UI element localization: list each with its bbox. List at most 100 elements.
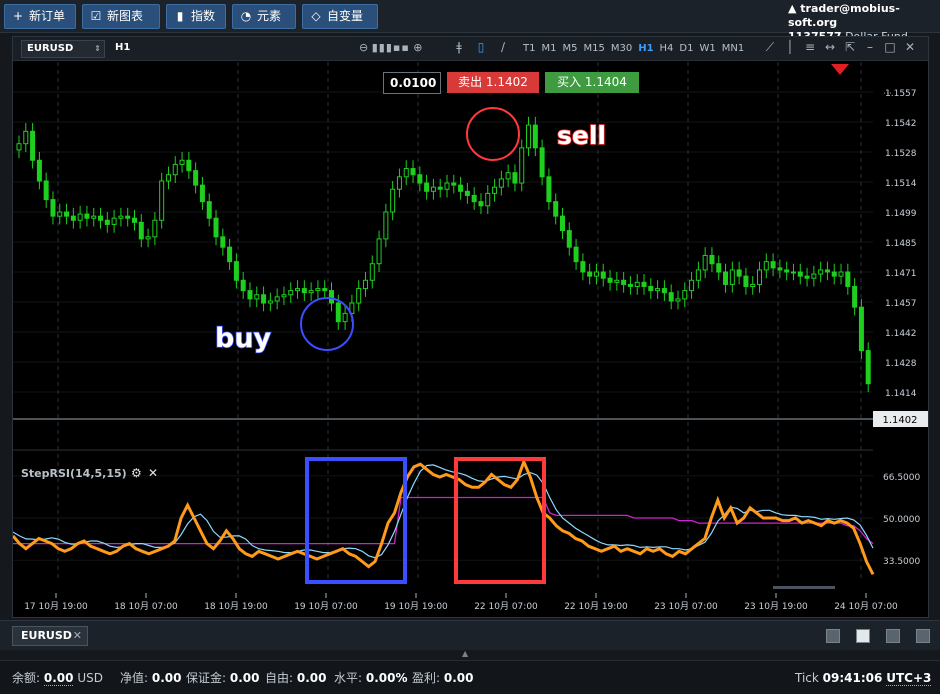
candle bbox=[430, 186, 436, 192]
candle bbox=[335, 302, 341, 323]
status-bar: 余额: 0.00 USD 净值: 0.00 保证金: 0.00 自由: 0.00… bbox=[0, 660, 940, 694]
candle bbox=[254, 294, 260, 300]
layout-columns-icon[interactable] bbox=[885, 629, 900, 643]
minimize-icon[interactable]: – bbox=[860, 40, 880, 54]
price-tick: 1.1514 bbox=[885, 179, 917, 189]
timeframe-m15[interactable]: M15 bbox=[583, 43, 604, 54]
candle bbox=[498, 178, 504, 188]
timeframe-t1[interactable]: T1 bbox=[523, 43, 535, 54]
candle bbox=[723, 271, 729, 285]
chart-canvas[interactable]: 1.15571.15421.15281.15141.14991.14851.14… bbox=[13, 62, 928, 618]
timeframe-bar: T1 M1 M5 M15 M30 H1 H4 D1 W1 MN1 bbox=[523, 43, 750, 54]
vertical-line-icon[interactable]: │ bbox=[780, 40, 800, 54]
variables-button[interactable]: ◇ 自变量 bbox=[302, 4, 378, 29]
candle bbox=[709, 254, 715, 265]
candle-type-icon[interactable]: ▯ bbox=[470, 40, 492, 54]
bar-type-icon[interactable]: ǂ bbox=[448, 40, 470, 54]
zoom-in-icon[interactable]: ⊕ bbox=[413, 41, 422, 54]
timeframe-d1[interactable]: D1 bbox=[679, 43, 693, 54]
balance: 余额: 0.00 USD bbox=[12, 671, 103, 686]
candle bbox=[641, 281, 647, 287]
candle bbox=[458, 184, 464, 192]
candle bbox=[553, 201, 559, 217]
symbol-select-value: EURUSD bbox=[27, 43, 74, 54]
timeframe-h4[interactable]: H4 bbox=[660, 43, 674, 54]
layout-grid-icon[interactable] bbox=[855, 629, 870, 643]
candle bbox=[858, 306, 864, 352]
timeframe-m5[interactable]: M5 bbox=[562, 43, 577, 54]
indicator-close-icon[interactable]: ✕ bbox=[148, 466, 158, 480]
close-icon[interactable]: ✕ bbox=[900, 40, 920, 54]
candle bbox=[559, 215, 565, 232]
candle bbox=[464, 190, 470, 196]
timeframe-m1[interactable]: M1 bbox=[541, 43, 556, 54]
time-label: 24 10月 07:00 bbox=[834, 601, 898, 612]
new-chart-label: 新图表 bbox=[107, 9, 144, 23]
layout-single-icon[interactable] bbox=[825, 629, 840, 643]
chart-grid bbox=[13, 62, 873, 582]
variables-label: 自变量 bbox=[327, 9, 364, 23]
line-type-icon[interactable]: ∕ bbox=[492, 40, 514, 54]
time-axis: 17 10月 19:00 18 10月 07:00 18 10月 19:00 19 1… bbox=[24, 593, 898, 612]
candle bbox=[50, 199, 56, 217]
candle bbox=[600, 271, 606, 279]
candle bbox=[369, 263, 375, 281]
candle bbox=[267, 300, 273, 304]
timeframe-m30[interactable]: M30 bbox=[611, 43, 632, 54]
candle bbox=[580, 261, 586, 273]
tab-close-icon[interactable]: ✕ bbox=[73, 627, 82, 645]
horizontal-lines-icon[interactable]: ≡ bbox=[800, 40, 820, 54]
price-tick: 1.1428 bbox=[885, 359, 917, 369]
new-order-button[interactable]: + 新订单 bbox=[4, 4, 76, 29]
collapse-arrow-icon[interactable]: ▲ bbox=[462, 649, 468, 658]
candle bbox=[84, 213, 90, 219]
candle bbox=[546, 176, 552, 203]
new-chart-button[interactable]: ☑ 新图表 bbox=[82, 4, 160, 29]
chart-window-icon: ☑ bbox=[90, 9, 102, 23]
candle bbox=[16, 143, 22, 151]
price-tick: 1.1442 bbox=[885, 329, 917, 339]
price-tick: 1.1499 bbox=[885, 209, 917, 219]
candle bbox=[634, 281, 640, 287]
price-axis: 1.15571.15421.15281.15141.14991.14851.14… bbox=[885, 89, 917, 399]
candle bbox=[695, 269, 701, 281]
chart-scrollbar[interactable] bbox=[773, 586, 835, 589]
buy-button[interactable]: 买入 1.1404 bbox=[545, 72, 639, 93]
symbol-select[interactable]: EURUSD ⇕ bbox=[21, 40, 105, 58]
candle bbox=[838, 271, 844, 277]
lot-size-input[interactable]: 0.0100 bbox=[383, 72, 441, 94]
detach-icon[interactable]: ⇱ bbox=[840, 40, 860, 54]
candle bbox=[104, 219, 110, 225]
candle bbox=[587, 271, 593, 277]
timeframe-mn1[interactable]: MN1 bbox=[722, 43, 744, 54]
zoom-out-icon[interactable]: ⊖ bbox=[359, 41, 368, 54]
candle bbox=[648, 285, 654, 292]
maximize-icon[interactable]: □ bbox=[880, 40, 900, 54]
zoom-control[interactable]: ⊖ ▮▮▮▪▪ ⊕ bbox=[359, 41, 423, 54]
timezone-select[interactable]: UTC+3 bbox=[886, 671, 932, 686]
candle bbox=[845, 271, 851, 287]
candle bbox=[315, 288, 321, 292]
candle bbox=[593, 271, 599, 277]
indicator-settings-icon[interactable]: ⚙ bbox=[131, 466, 142, 480]
candle bbox=[716, 263, 722, 273]
layout-rows-icon[interactable] bbox=[916, 629, 930, 643]
candle bbox=[424, 182, 430, 192]
candle bbox=[417, 174, 423, 184]
header-timeframe: H1 bbox=[115, 42, 131, 53]
price-tick: 1.1457 bbox=[885, 299, 917, 309]
indicators-button[interactable]: ▮ 指数 bbox=[166, 4, 226, 29]
timeframe-h1[interactable]: H1 bbox=[638, 43, 653, 54]
candle bbox=[743, 275, 749, 287]
zoom-slider[interactable]: ▮▮▮▪▪ bbox=[372, 41, 410, 54]
candle bbox=[784, 269, 790, 273]
tab-eurusd[interactable]: EURUSD ✕ bbox=[12, 626, 88, 646]
sell-button[interactable]: 卖出 1.1402 bbox=[447, 72, 539, 93]
candle bbox=[471, 194, 477, 203]
timeframe-w1[interactable]: W1 bbox=[699, 43, 715, 54]
time-label: 23 10月 19:00 bbox=[744, 601, 808, 612]
candle bbox=[532, 124, 538, 149]
elements-button[interactable]: ◔ 元素 bbox=[232, 4, 296, 29]
range-icon[interactable]: ↔ bbox=[820, 40, 840, 54]
trendline-tool-icon[interactable]: ⟋ bbox=[760, 40, 780, 55]
